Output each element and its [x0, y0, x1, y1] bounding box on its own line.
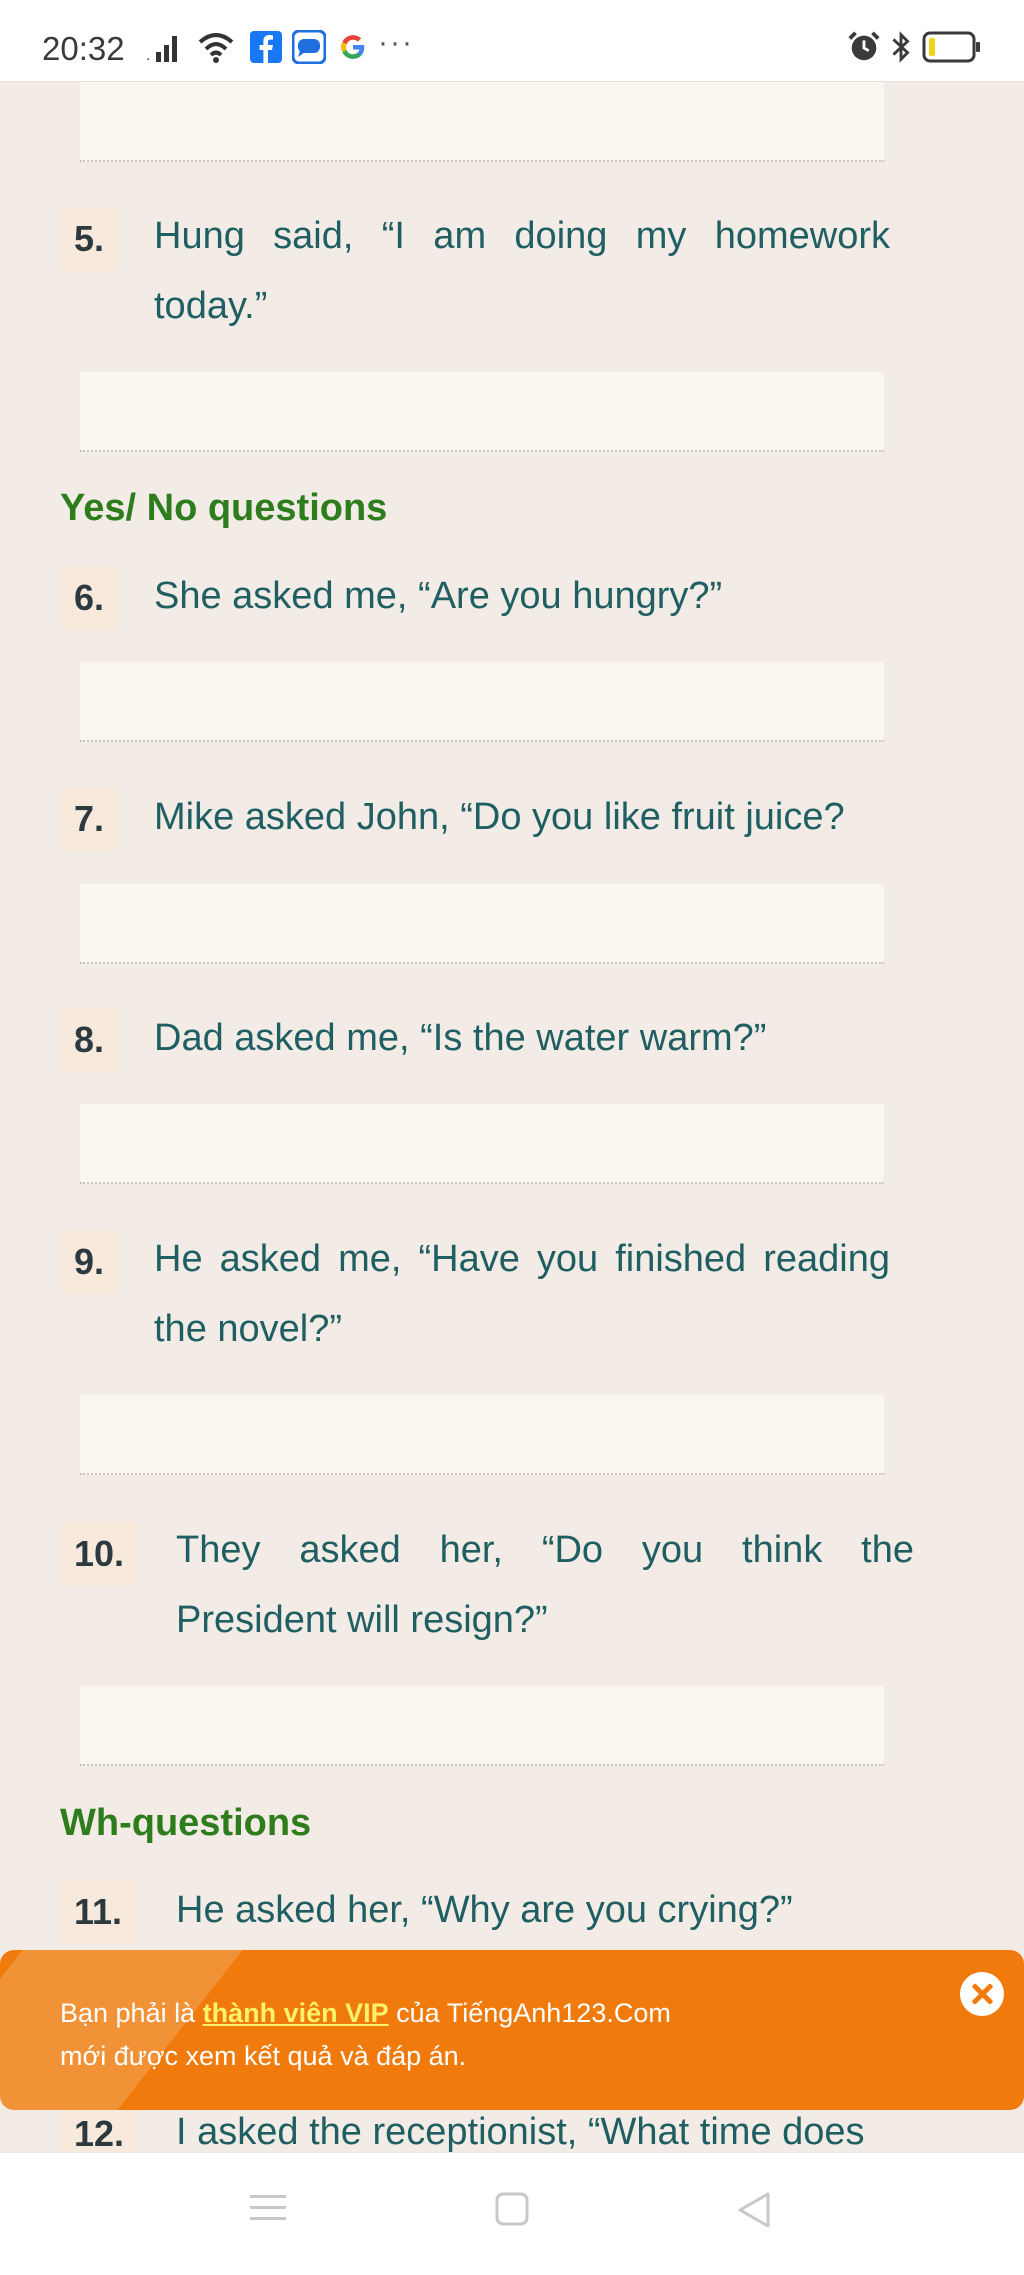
- vip-message-line-1: Bạn phải là thành viên VIP của TiếngAnh1…: [60, 1998, 671, 2029]
- vip-membership-link[interactable]: thành viên VIP: [203, 1998, 389, 2028]
- question-text: She asked me, “Are you hungry?”: [154, 575, 723, 617]
- question-text: They asked her, “Do you think the Presid…: [176, 1529, 914, 1641]
- alarm-icon: [848, 31, 880, 61]
- question-number: 10.: [60, 1522, 139, 1586]
- question-number: 5.: [60, 207, 119, 271]
- wifi-icon: [198, 33, 234, 63]
- question-text: He asked me, “Have you finished reading …: [154, 1238, 890, 1350]
- answer-input-10[interactable]: [80, 1686, 884, 1766]
- vip-required-banner: Bạn phải là thành viên VIP của TiếngAnh1…: [0, 1950, 1024, 2110]
- question-text: Mike asked John, “Do you like fruit juic…: [154, 796, 845, 838]
- zalo-icon: [292, 30, 326, 64]
- status-time: 20:32: [42, 30, 125, 67]
- exercise-content: 5. Hung said, “I am doing my homework to…: [0, 82, 1024, 2152]
- answer-input-8[interactable]: [80, 1104, 884, 1184]
- vip-message-suffix: của TiếngAnh123.Com: [388, 1998, 671, 2028]
- answer-input-9[interactable]: [80, 1395, 884, 1475]
- vip-message-line-2: mới được xem kết quả và đáp án.: [60, 2041, 467, 2071]
- google-icon: [341, 35, 365, 59]
- signal-icon: .: [146, 36, 177, 64]
- section-title-wh: Wh-questions: [60, 1802, 312, 1844]
- question-text: Dad asked me, “Is the water warm?”: [154, 1017, 767, 1059]
- facebook-icon: [250, 31, 282, 63]
- battery-icon: [922, 31, 980, 63]
- navigation-bar: [0, 2152, 1024, 2275]
- question-number: 7.: [60, 787, 119, 851]
- answer-input-4[interactable]: [80, 82, 884, 162]
- question-number: 6.: [60, 566, 119, 630]
- question-text: Hung said, “I am doing my homework today…: [154, 215, 890, 327]
- question-text: He asked her, “Why are you crying?”: [176, 1889, 793, 1931]
- close-icon[interactable]: [960, 1972, 1004, 2016]
- home-icon[interactable]: [494, 2191, 530, 2227]
- question-number: 11.: [60, 1880, 137, 1944]
- answer-input-7[interactable]: [80, 884, 884, 964]
- banner-shine: [0, 1950, 243, 2110]
- section-title-yes-no: Yes/ No questions: [60, 487, 388, 529]
- svg-text:.: .: [146, 48, 150, 64]
- more-notifications-icon: ···: [378, 26, 414, 59]
- answer-input-5[interactable]: [80, 372, 884, 452]
- back-icon[interactable]: [736, 2191, 772, 2229]
- bluetooth-icon: [892, 31, 910, 63]
- vip-message-prefix: Bạn phải là: [60, 1998, 203, 2028]
- answer-input-6[interactable]: [80, 662, 884, 742]
- question-number: 8.: [60, 1008, 119, 1072]
- menu-icon[interactable]: [250, 2191, 286, 2225]
- question-number: 9.: [60, 1230, 119, 1294]
- status-bar: 20:32 . ···: [0, 0, 1024, 82]
